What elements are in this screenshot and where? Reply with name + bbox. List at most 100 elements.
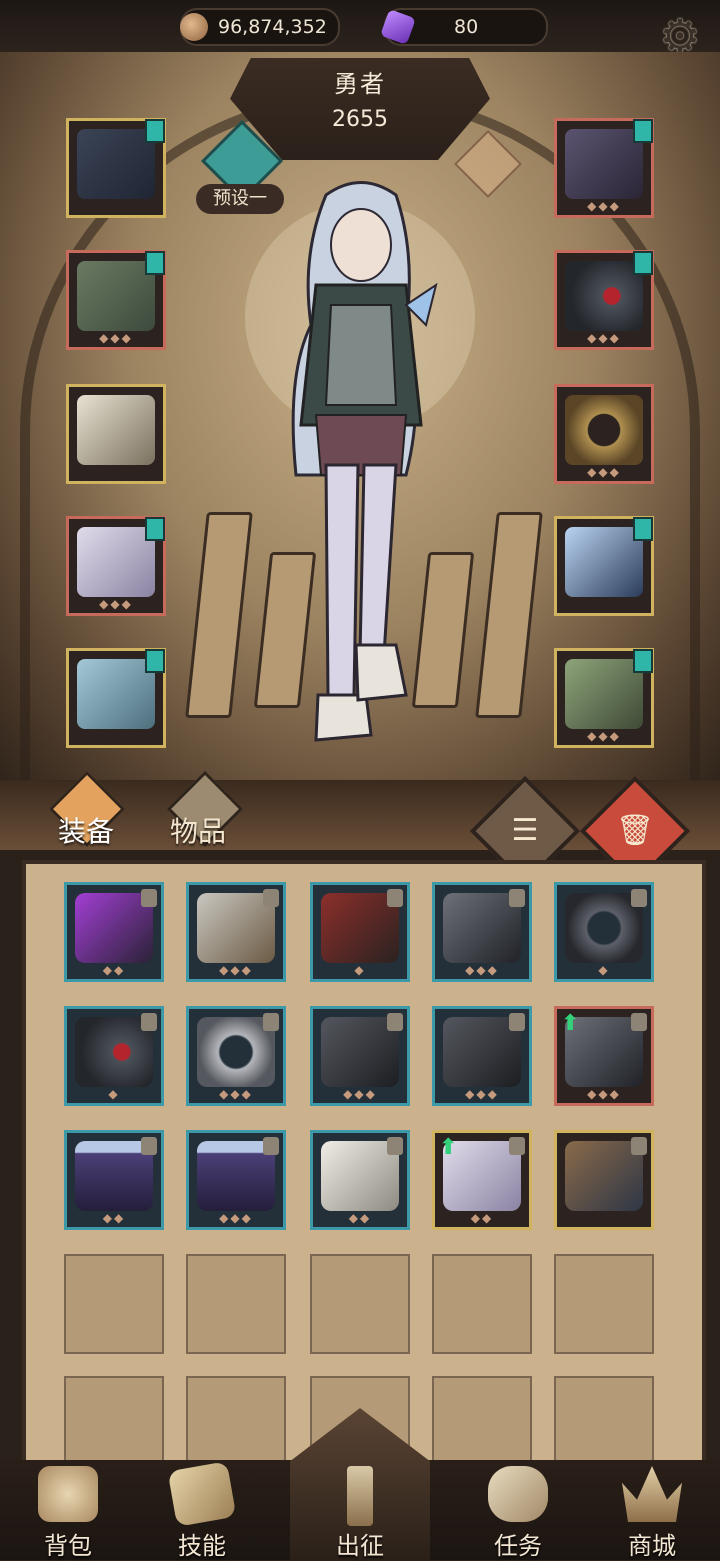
- sort-icon: ☰: [511, 813, 539, 848]
- quality-pips: ◆◆◆: [587, 465, 621, 479]
- nav-quests-label: 任务: [494, 1532, 542, 1560]
- quality-pips: ◆◆: [102, 1211, 126, 1225]
- upgrade-badge-icon: [633, 517, 653, 541]
- lock-icon: [631, 1013, 647, 1031]
- quality-pips: ◆◆: [102, 963, 126, 977]
- coin-counter[interactable]: 96,874,352: [180, 8, 340, 46]
- gem-counter[interactable]: 80: [380, 8, 548, 46]
- empty-slot[interactable]: [554, 1254, 654, 1354]
- boots-icon: [77, 659, 155, 729]
- gem-value: 80: [454, 16, 479, 38]
- nav-expedition[interactable]: 出征: [300, 1462, 420, 1560]
- lock-icon: [387, 1013, 403, 1031]
- upgrade-badge-icon: [145, 251, 165, 275]
- hero-character: [291, 181, 438, 742]
- equip-slot-pants[interactable]: ◆◆◆: [66, 516, 166, 616]
- gold-ring-icon: [565, 395, 643, 465]
- equip-slot-amulet[interactable]: ◆◆◆: [554, 118, 654, 218]
- lock-icon: [631, 1137, 647, 1155]
- crown-shop-icon: [622, 1466, 682, 1522]
- nav-backpack-label: 背包: [44, 1532, 92, 1560]
- inventory-slot[interactable]: ◆: [310, 882, 410, 982]
- lock-icon: [141, 1137, 157, 1155]
- quality-pips: ◆: [108, 1087, 120, 1101]
- top-bar: [0, 0, 720, 52]
- quality-pips: ◆◆◆: [219, 1087, 253, 1101]
- equip-slot-ring-2[interactable]: ◆◆◆: [554, 384, 654, 484]
- lock-icon: [263, 889, 279, 907]
- equip-slot-helmet[interactable]: [66, 118, 166, 218]
- empty-slot[interactable]: [310, 1254, 410, 1354]
- quality-pips: ◆◆◆: [587, 331, 621, 345]
- equip-slot-gloves[interactable]: [66, 384, 166, 484]
- lock-icon: [387, 889, 403, 907]
- lock-icon: [387, 1137, 403, 1155]
- empty-slot[interactable]: [186, 1254, 286, 1354]
- quality-pips: ◆: [354, 963, 366, 977]
- inventory-slot[interactable]: ◆: [64, 1006, 164, 1106]
- nav-quests[interactable]: 任务: [458, 1462, 578, 1560]
- inventory-slot[interactable]: ◆◆: [310, 1130, 410, 1230]
- quality-pips: ◆◆◆: [219, 1211, 253, 1225]
- lock-icon: [263, 1013, 279, 1031]
- hero-power: 2655: [332, 107, 388, 132]
- moss-cloak-icon: [565, 659, 643, 729]
- inventory-slot[interactable]: ◆◆: [64, 882, 164, 982]
- quality-pips: ◆◆◆: [465, 1087, 499, 1101]
- tab-equipment[interactable]: 装备: [58, 810, 114, 850]
- inventory-slot[interactable]: ◆◆◆: [310, 1006, 410, 1106]
- inventory-slot[interactable]: ◆◆◆: [432, 1006, 532, 1106]
- equip-slot-armor[interactable]: ◆◆◆: [66, 250, 166, 350]
- equip-slot-cloak[interactable]: ◆◆◆: [554, 648, 654, 748]
- equip-slot-ring-1[interactable]: ◆◆◆: [554, 250, 654, 350]
- empty-slot[interactable]: [64, 1254, 164, 1354]
- tab-items[interactable]: 物品: [170, 810, 226, 850]
- star-helmet-icon: [77, 129, 155, 199]
- inventory-slot[interactable]: [554, 1130, 654, 1230]
- skillbook-icon: [167, 1461, 237, 1527]
- quality-pips: ◆◆◆: [587, 729, 621, 743]
- scroll-icon: [488, 1466, 548, 1522]
- coin-value: 96,874,352: [218, 16, 327, 38]
- inventory-slot[interactable]: ◆: [554, 882, 654, 982]
- lock-icon: [509, 1137, 525, 1155]
- pants-icon: [77, 527, 155, 597]
- inventory-slot[interactable]: ◆◆◆: [186, 1006, 286, 1106]
- nav-skills-label: 技能: [178, 1532, 226, 1560]
- lock-icon: [141, 889, 157, 907]
- upgrade-badge-icon: [145, 517, 165, 541]
- nav-shop-label: 商城: [628, 1532, 676, 1560]
- quality-pips: ◆◆◆: [465, 963, 499, 977]
- crystal-sword-icon: [565, 527, 643, 597]
- nav-backpack[interactable]: 背包: [8, 1462, 128, 1560]
- upgrade-badge-icon: [145, 119, 165, 143]
- backpack-icon: [38, 1466, 98, 1522]
- inventory-slot[interactable]: ◆◆◆: [186, 882, 286, 982]
- quality-pips: ◆◆◆: [587, 1087, 621, 1101]
- upgrade-badge-icon: [633, 649, 653, 673]
- quality-pips: ◆◆: [348, 1211, 372, 1225]
- amulet-icon: [565, 129, 643, 199]
- upgrade-arrow-icon: ⬆: [561, 1011, 580, 1036]
- sword-icon: [347, 1466, 373, 1526]
- equip-slot-weapon[interactable]: [554, 516, 654, 616]
- inventory-slot[interactable]: ◆◆◆: [186, 1130, 286, 1230]
- lock-icon: [263, 1137, 279, 1155]
- fur-armor-icon: [77, 261, 155, 331]
- equip-slot-boots[interactable]: [66, 648, 166, 748]
- inventory-slot[interactable]: ◆◆◆: [432, 882, 532, 982]
- lock-icon: [509, 889, 525, 907]
- nav-skills[interactable]: 技能: [142, 1461, 262, 1560]
- nav-expedition-label: 出征: [336, 1532, 384, 1560]
- lock-icon: [631, 889, 647, 907]
- quality-pips: ◆◆◆: [99, 597, 133, 611]
- empty-slot[interactable]: [432, 1254, 532, 1354]
- upgrade-badge-icon: [633, 119, 653, 143]
- inventory-slot[interactable]: ⬆ ◆◆: [432, 1130, 532, 1230]
- quality-pips: ◆◆◆: [587, 199, 621, 213]
- nav-shop[interactable]: 商城: [592, 1462, 712, 1560]
- coin-icon: [180, 13, 208, 41]
- inventory-slot[interactable]: ⬆ ◆◆◆: [554, 1006, 654, 1106]
- quality-pips: ◆◆◆: [219, 963, 253, 977]
- inventory-slot[interactable]: ◆◆: [64, 1130, 164, 1230]
